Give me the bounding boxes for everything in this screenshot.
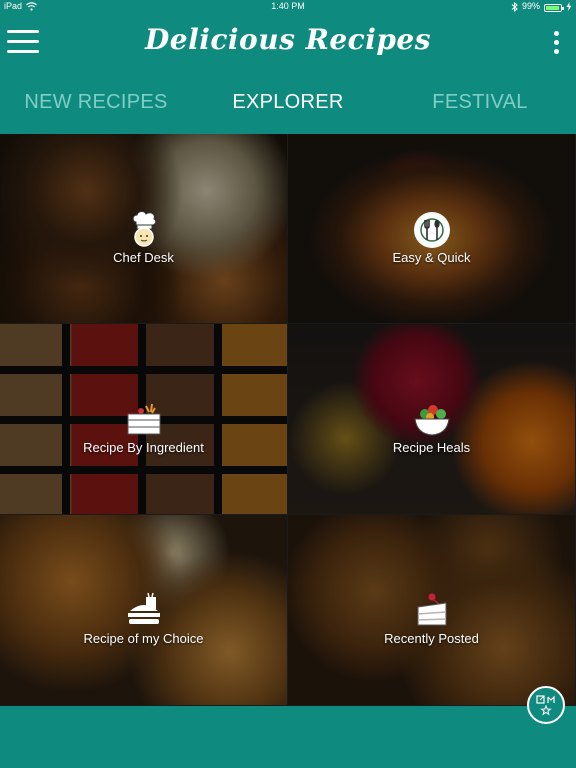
tile-recipe-of-my-choice[interactable]: Recipe of my Choice <box>0 515 288 706</box>
battery-icon <box>544 3 564 12</box>
app-header: Delicious Recipes <box>0 13 576 71</box>
charging-icon <box>566 2 572 11</box>
status-right: 99% <box>511 0 572 13</box>
more-options-icon[interactable] <box>554 31 560 57</box>
tile-label: Recently Posted <box>384 631 479 646</box>
floating-action-button[interactable] <box>527 686 565 724</box>
plate-fork-spoon-icon <box>413 212 450 248</box>
tile-label: Recipe Heals <box>392 440 471 455</box>
tile-label: Easy & Quick <box>392 250 471 265</box>
tile-chef-desk[interactable]: Chef Desk <box>0 134 288 324</box>
bluetooth-icon <box>511 1 518 12</box>
explorer-grid: Chef Desk Easy & Quick Recipe By Ingredi… <box>0 134 576 706</box>
salad-bowl-icon <box>413 405 450 436</box>
tile-label: Recipe By Ingredient <box>83 440 204 455</box>
tab-explorer[interactable]: EXPLORER <box>192 71 384 134</box>
tab-festival[interactable]: FESTIVAL <box>384 71 576 134</box>
battery-percent: 99% <box>521 1 540 11</box>
tile-recipe-by-ingredient[interactable]: Recipe By Ingredient <box>0 324 288 515</box>
tile-easy-quick[interactable]: Easy & Quick <box>288 134 576 324</box>
tile-label: Recipe of my Choice <box>83 631 204 646</box>
tile-recently-posted[interactable]: Recently Posted <box>288 515 576 706</box>
cake-slice-icon <box>417 593 446 626</box>
tab-new-recipes[interactable]: NEW RECIPES <box>0 71 192 134</box>
chef-hat-icon <box>132 211 156 247</box>
bottom-bar <box>0 706 576 768</box>
tile-recipe-heals[interactable]: Recipe Heals <box>288 324 576 515</box>
status-bar: iPad 1:40 PM 99% <box>0 0 576 13</box>
status-time: 1:40 PM <box>271 1 305 11</box>
app-title: Delicious Recipes <box>144 23 432 56</box>
tab-bar: NEW RECIPES EXPLORER FESTIVAL <box>0 71 576 134</box>
edit-mail-star-icon <box>536 695 555 716</box>
ingredients-box-icon <box>127 403 160 435</box>
fast-food-icon <box>127 592 160 624</box>
tile-label: Chef Desk <box>113 250 174 265</box>
